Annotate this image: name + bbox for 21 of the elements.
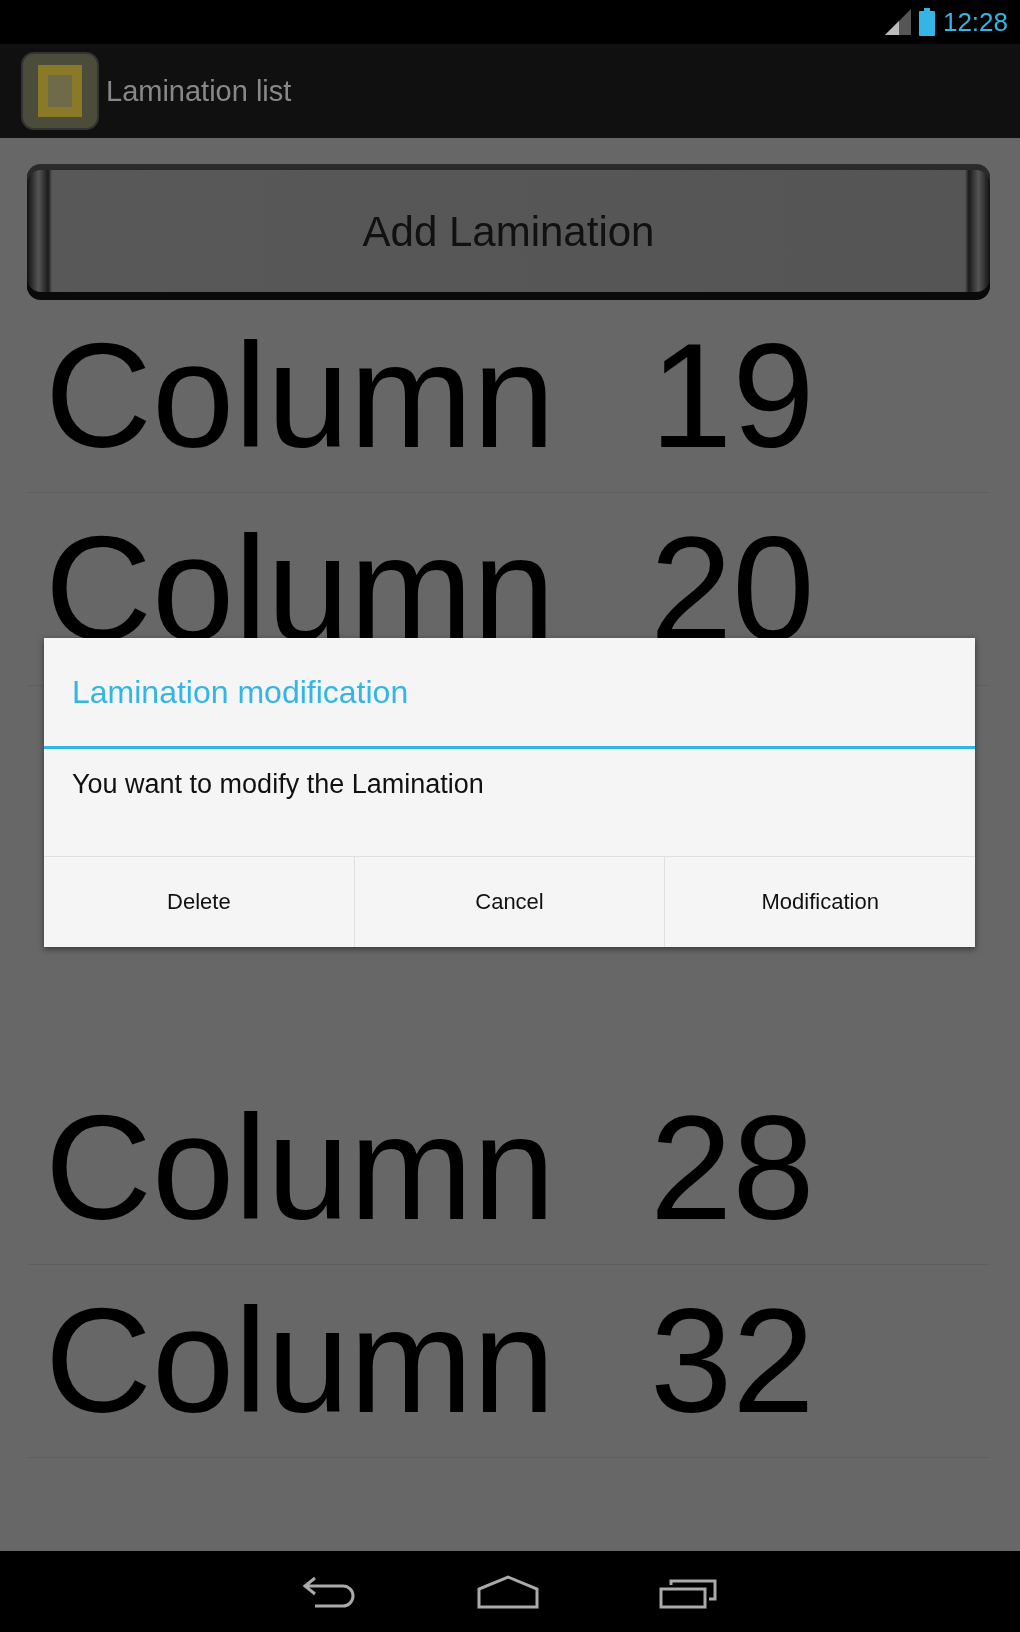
dialog-button[interactable]: Modification xyxy=(664,857,975,947)
battery-icon xyxy=(918,8,935,36)
add-lamination-button[interactable]: Add Lamination xyxy=(27,164,990,300)
back-icon[interactable] xyxy=(301,1575,357,1608)
list-row[interactable]: Column 32 xyxy=(27,1265,990,1458)
list-row[interactable]: Column 19 xyxy=(27,300,990,493)
row-name: Column xyxy=(45,322,556,470)
row-name: Column xyxy=(45,1094,556,1242)
app-icon xyxy=(20,51,100,131)
dialog-title: Lamination modification xyxy=(44,638,975,749)
list-row[interactable]: Column 28 xyxy=(27,1072,990,1265)
row-number: 28 xyxy=(650,1094,815,1242)
dialog-button[interactable]: Delete xyxy=(44,857,354,947)
screen-title: Lamination list xyxy=(106,74,292,108)
row-number: 19 xyxy=(650,322,815,470)
row-name: Column xyxy=(45,1287,556,1435)
signal-icon xyxy=(884,9,911,35)
row-number: 32 xyxy=(650,1287,815,1435)
status-time: 12:28 xyxy=(942,6,1008,38)
dialog-button[interactable]: Cancel xyxy=(353,857,665,947)
home-icon[interactable] xyxy=(477,1574,539,1609)
